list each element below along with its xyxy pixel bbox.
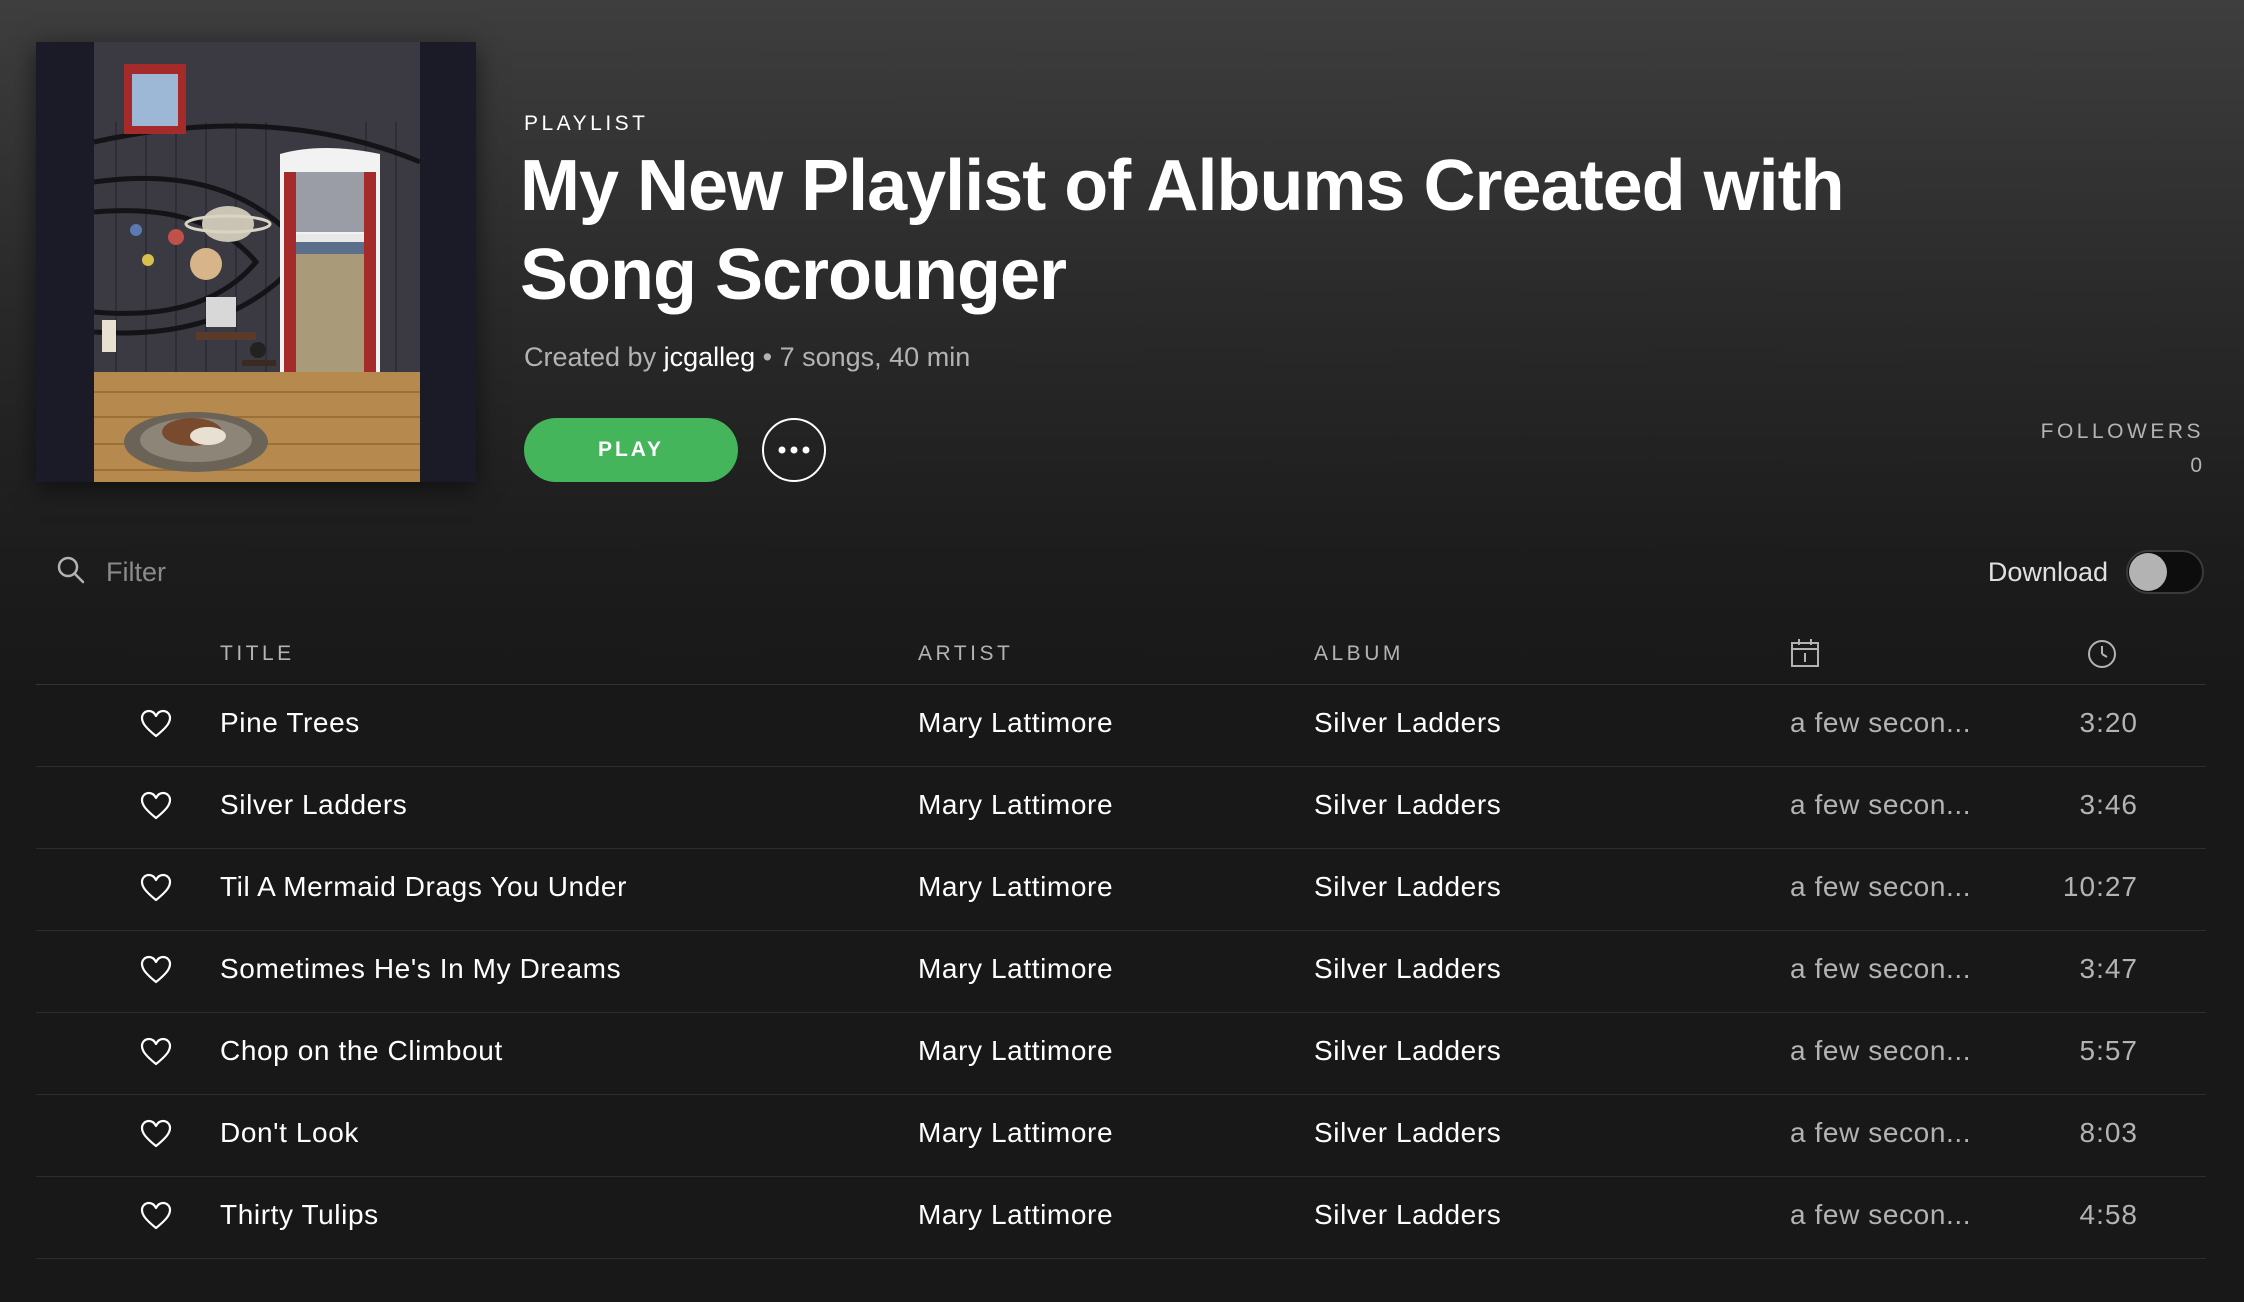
download-control: Download bbox=[1988, 550, 2204, 594]
track-title[interactable]: Sometimes He's In My Dreams bbox=[220, 953, 621, 985]
table-row[interactable]: Sometimes He's In My Dreams Mary Lattimor… bbox=[36, 931, 2206, 1013]
track-title[interactable]: Thirty Tulips bbox=[220, 1199, 379, 1231]
clock-icon[interactable] bbox=[2086, 638, 2118, 676]
heart-icon[interactable] bbox=[140, 1037, 172, 1067]
track-added-date: a few secon... bbox=[1790, 707, 1972, 738]
table-row[interactable]: Chop on the Climbout Mary Lattimore Silver… bbox=[36, 1013, 2206, 1095]
track-album[interactable]: Silver Ladders bbox=[1314, 707, 1501, 739]
track-added-date: a few secon... bbox=[1790, 1199, 1972, 1230]
table-row[interactable]: Don't Look Mary Lattimore Silver Ladders a … bbox=[36, 1095, 2206, 1177]
table-row[interactable]: Silver Ladders Mary Lattimore Silver Ladde… bbox=[36, 767, 2206, 849]
track-duration: 3:47 bbox=[2079, 953, 2138, 984]
track-duration: 10:27 bbox=[2062, 871, 2138, 902]
playlist-cover-art bbox=[36, 42, 476, 482]
playlist-type-label: PLAYLIST bbox=[524, 112, 649, 135]
meta-prefix: Created by bbox=[524, 342, 664, 372]
track-album[interactable]: Silver Ladders bbox=[1314, 1117, 1501, 1149]
table-row[interactable]: Til A Mermaid Drags You Under Mary Lattim… bbox=[36, 849, 2206, 931]
play-button[interactable]: PLAY bbox=[524, 418, 738, 482]
track-title[interactable]: Don't Look bbox=[220, 1117, 359, 1149]
owner-link[interactable]: jcgalleg bbox=[664, 342, 756, 372]
track-album[interactable]: Silver Ladders bbox=[1314, 953, 1501, 985]
followers-count: 0 bbox=[2190, 454, 2204, 477]
track-title[interactable]: Chop on the Climbout bbox=[220, 1035, 503, 1067]
track-duration: 3:46 bbox=[2079, 789, 2138, 820]
table-header: TITLE ARTIST ALBUM bbox=[36, 624, 2206, 685]
heart-icon[interactable] bbox=[140, 1201, 172, 1231]
filter-input[interactable] bbox=[104, 555, 468, 589]
calendar-icon[interactable] bbox=[1790, 638, 1820, 674]
heart-icon[interactable] bbox=[140, 1119, 172, 1149]
track-album[interactable]: Silver Ladders bbox=[1314, 1199, 1501, 1231]
track-added-date: a few secon... bbox=[1790, 1035, 1972, 1066]
heart-icon[interactable] bbox=[140, 955, 172, 985]
track-artist[interactable]: Mary Lattimore bbox=[918, 1117, 1113, 1149]
track-artist[interactable]: Mary Lattimore bbox=[918, 789, 1113, 821]
track-artist[interactable]: Mary Lattimore bbox=[918, 707, 1113, 739]
track-duration: 8:03 bbox=[2079, 1117, 2138, 1148]
track-artist[interactable]: Mary Lattimore bbox=[918, 953, 1113, 985]
column-header-album[interactable]: ALBUM bbox=[1314, 642, 1404, 666]
column-header-artist[interactable]: ARTIST bbox=[918, 642, 1013, 666]
track-title[interactable]: Til A Mermaid Drags You Under bbox=[220, 871, 627, 903]
more-dots-icon bbox=[777, 441, 811, 459]
more-options-button[interactable] bbox=[762, 418, 826, 482]
track-artist[interactable]: Mary Lattimore bbox=[918, 1199, 1113, 1231]
heart-icon[interactable] bbox=[140, 791, 172, 821]
track-added-date: a few secon... bbox=[1790, 789, 1972, 820]
heart-icon[interactable] bbox=[140, 873, 172, 903]
track-album[interactable]: Silver Ladders bbox=[1314, 871, 1501, 903]
download-toggle[interactable] bbox=[2126, 550, 2204, 594]
followers-block: FOLLOWERS 0 bbox=[2041, 420, 2204, 478]
track-added-date: a few secon... bbox=[1790, 1117, 1972, 1148]
heart-icon[interactable] bbox=[140, 709, 172, 739]
track-artist[interactable]: Mary Lattimore bbox=[918, 1035, 1113, 1067]
track-artist[interactable]: Mary Lattimore bbox=[918, 871, 1113, 903]
playlist-title: My New Playlist of Albums Created with S… bbox=[520, 146, 1845, 315]
track-title[interactable]: Silver Ladders bbox=[220, 789, 407, 821]
meta-summary: • 7 songs, 40 min bbox=[755, 342, 971, 372]
search-icon bbox=[56, 555, 86, 590]
download-label: Download bbox=[1987, 556, 2108, 587]
filter-bar bbox=[56, 552, 468, 592]
track-album[interactable]: Silver Ladders bbox=[1314, 1035, 1501, 1067]
track-album[interactable]: Silver Ladders bbox=[1314, 789, 1501, 821]
column-header-title[interactable]: TITLE bbox=[220, 642, 295, 666]
followers-label: FOLLOWERS bbox=[2040, 420, 2204, 443]
table-row[interactable]: Thirty Tulips Mary Lattimore Silver Ladder… bbox=[36, 1177, 2206, 1259]
playlist-page: PLAYLIST My New Playlist of Albums Creat… bbox=[0, 0, 2244, 1302]
playlist-meta: Created by jcgalleg • 7 songs, 40 min bbox=[524, 342, 970, 373]
track-list: Pine Trees Mary Lattimore Silver Ladders a … bbox=[36, 685, 2206, 1259]
track-added-date: a few secon... bbox=[1790, 871, 1972, 902]
track-table: TITLE ARTIST ALBUM Pine Trees Mary Latti… bbox=[36, 624, 2206, 1259]
toggle-knob bbox=[2129, 553, 2167, 591]
table-row[interactable]: Pine Trees Mary Lattimore Silver Ladders a … bbox=[36, 685, 2206, 767]
track-duration: 5:57 bbox=[2079, 1035, 2138, 1066]
track-duration: 3:20 bbox=[2079, 707, 2138, 738]
track-duration: 4:58 bbox=[2079, 1199, 2138, 1230]
track-title[interactable]: Pine Trees bbox=[220, 707, 360, 739]
track-added-date: a few secon... bbox=[1790, 953, 1972, 984]
